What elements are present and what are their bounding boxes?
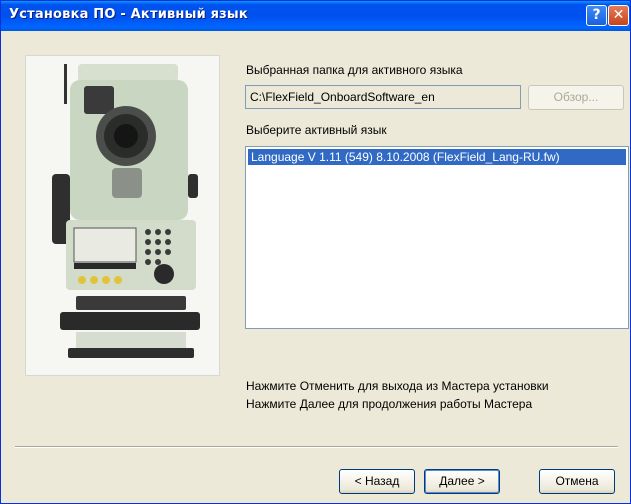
list-item[interactable]: Language V 1.11 (549) 8.10.2008 (FlexFie… [248, 149, 626, 165]
separator [15, 446, 618, 448]
language-list[interactable]: Language V 1.11 (549) 8.10.2008 (FlexFie… [245, 146, 629, 329]
total-station-icon [26, 56, 219, 375]
folder-path-field: C:\FlexField_OnboardSoftware_en [245, 85, 521, 109]
cancel-button[interactable]: Отмена [539, 469, 615, 494]
close-button[interactable]: ✕ [608, 5, 629, 26]
installer-dialog: Установка ПО - Активный язык ? ✕ Выбранн… [0, 0, 631, 504]
next-button[interactable]: Далее > [424, 469, 500, 494]
browse-button[interactable]: Обзор... [528, 85, 624, 110]
cancel-instruction: Нажмите Отменить для выхода из Мастера у… [246, 379, 549, 393]
window-title: Установка ПО - Активный язык [9, 7, 248, 22]
title-bar[interactable]: Установка ПО - Активный язык ? ✕ [1, 1, 630, 31]
back-button[interactable]: < Назад [339, 469, 415, 494]
folder-label: Выбранная папка для активного языка [246, 63, 463, 77]
help-button[interactable]: ? [586, 5, 607, 26]
next-instruction: Нажмите Далее для продолжения работы Мас… [246, 397, 533, 411]
language-label: Выберите активный язык [246, 123, 387, 137]
total-station-image [25, 55, 220, 376]
